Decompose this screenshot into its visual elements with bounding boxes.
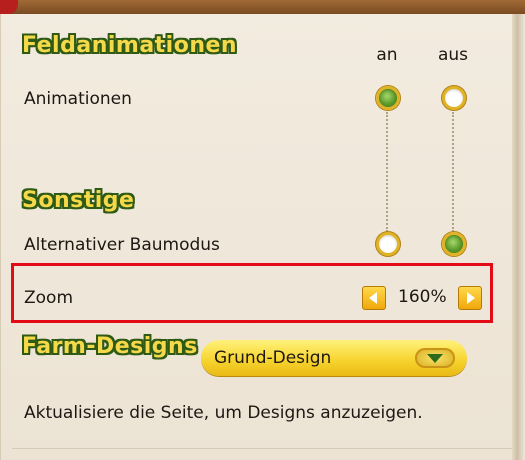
bottom-divider: [12, 448, 512, 449]
alternative-build-mode-off-radio[interactable]: [442, 232, 466, 256]
zoom-decrease-button[interactable]: [362, 286, 386, 310]
design-dropdown[interactable]: Grund-Design: [201, 340, 467, 376]
designs-refresh-note: Aktualisiere die Seite, um Designs anzuz…: [24, 403, 423, 423]
column-header-off: aus: [437, 45, 469, 65]
divider-dots-on: [386, 112, 390, 232]
alternative-build-mode-on-radio[interactable]: [376, 232, 400, 256]
zoom-label: Zoom: [24, 288, 74, 308]
column-header-on: an: [376, 45, 398, 65]
section-title-other: Sonstige: [22, 188, 135, 213]
dropdown-arrow-icon[interactable]: [415, 348, 455, 368]
alternative-build-mode-label: Alternativer Baumodus: [24, 235, 220, 255]
panel-divider: [512, 14, 525, 460]
zoom-value: 160%: [398, 287, 447, 307]
divider-dots-off: [452, 112, 456, 232]
section-title-field-animations: Feldanimationen: [22, 33, 238, 58]
top-bar: [0, 0, 525, 14]
design-dropdown-value: Grund-Design: [214, 348, 332, 368]
animations-on-radio[interactable]: [376, 86, 400, 110]
animations-label: Animationen: [24, 89, 132, 109]
section-title-farm-designs: Farm-Designs: [22, 334, 198, 359]
animations-off-radio[interactable]: [442, 86, 466, 110]
zoom-increase-button[interactable]: [458, 286, 482, 310]
